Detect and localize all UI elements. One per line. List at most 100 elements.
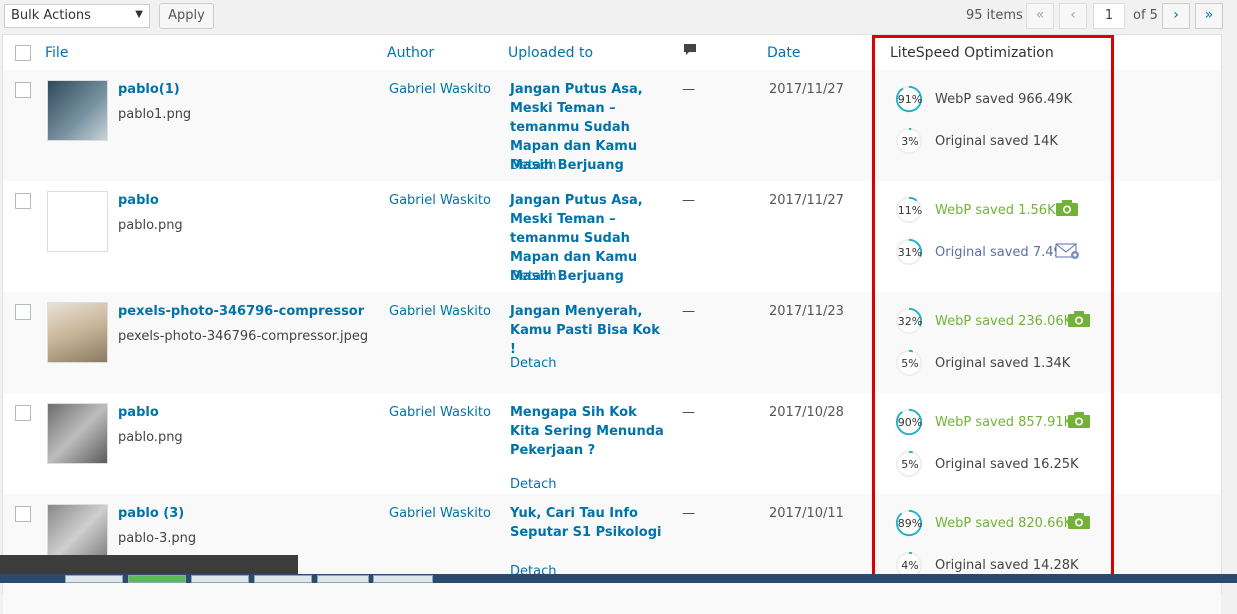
webp-percent: 90% xyxy=(897,416,923,429)
media-thumbnail[interactable] xyxy=(47,80,108,141)
table-row: pablo pablo.png Gabriel Waskito Mengapa … xyxy=(3,393,1221,494)
comments-count: — xyxy=(682,193,695,208)
table-row: pablo(1) pablo1.png Gabriel Waskito Jang… xyxy=(3,70,1221,181)
litespeed-cell: 11% WebP saved 1.56K 31% Original saved … xyxy=(874,181,1117,292)
upload-date: 2017/11/27 xyxy=(769,82,844,97)
comments-count: — xyxy=(682,304,695,319)
mail-settings-icon[interactable] xyxy=(1055,242,1081,264)
webp-saved-label: WebP saved 236.06K xyxy=(935,314,1073,329)
comments-count: — xyxy=(682,506,695,521)
media-thumbnail[interactable] xyxy=(47,403,108,464)
items-count: 95 items xyxy=(966,8,1023,23)
column-uploaded-to[interactable]: Uploaded to xyxy=(508,45,593,61)
select-all-checkbox[interactable] xyxy=(15,45,31,61)
detach-link[interactable]: Detach xyxy=(510,269,556,284)
bulk-actions-value: Bulk Actions xyxy=(11,8,91,23)
webp-saved-label: WebP saved 857.91K xyxy=(935,415,1073,430)
taskbar-button[interactable] xyxy=(128,575,186,583)
original-saved-label: Original saved 14.28K xyxy=(935,558,1079,573)
media-thumbnail[interactable] xyxy=(47,191,108,252)
uploaded-to-link[interactable]: Jangan Menyerah, Kamu Pasti Bisa Kok ! xyxy=(510,302,670,359)
file-title-link[interactable]: pablo(1) xyxy=(118,82,180,97)
column-date[interactable]: Date xyxy=(767,45,800,61)
file-title-link[interactable]: pablo xyxy=(118,405,159,420)
original-percent: 5% xyxy=(901,357,919,370)
upload-date: 2017/11/27 xyxy=(769,193,844,208)
file-name: pablo1.png xyxy=(118,107,192,122)
original-saved-label: Original saved 1.34K xyxy=(935,356,1071,371)
litespeed-cell: 89% WebP saved 820.66K 4% Original saved… xyxy=(874,494,1117,614)
original-saved-label: Original saved 7.49K xyxy=(935,245,1071,260)
comments-count: — xyxy=(682,82,695,97)
total-pages: of 5 xyxy=(1133,8,1158,23)
webp-saved-label: WebP saved 820.66K xyxy=(935,516,1073,531)
taskbar-button[interactable] xyxy=(373,575,433,583)
webp-percent: 91% xyxy=(897,93,923,106)
original-percent: 3% xyxy=(901,135,919,148)
media-list-table: File Author Uploaded to Date LiteSpeed O… xyxy=(2,34,1222,614)
first-page-button[interactable]: « xyxy=(1026,3,1054,29)
taskbar-button[interactable] xyxy=(317,575,369,583)
camera-icon[interactable] xyxy=(1067,512,1091,534)
webp-saved-label: WebP saved 1.56K xyxy=(935,203,1056,218)
file-name: pablo.png xyxy=(118,218,183,233)
taskbar-button[interactable] xyxy=(191,575,249,583)
original-percent: 5% xyxy=(901,458,919,471)
webp-saved-label: WebP saved 966.49K xyxy=(935,92,1073,107)
file-name: pablo-3.png xyxy=(118,531,197,546)
last-page-button[interactable]: » xyxy=(1195,3,1223,29)
detach-link[interactable]: Detach xyxy=(510,356,556,371)
table-row: pablo pablo.png Gabriel Waskito Jangan P… xyxy=(3,181,1221,292)
next-page-button[interactable]: › xyxy=(1162,3,1190,29)
author-link[interactable]: Gabriel Waskito xyxy=(389,304,491,319)
webp-percent: 11% xyxy=(897,204,923,217)
row-checkbox[interactable] xyxy=(15,506,31,522)
upload-date: 2017/10/28 xyxy=(769,405,844,420)
litespeed-cell: 32% WebP saved 236.06K 5% Original saved… xyxy=(874,292,1117,393)
apply-button[interactable]: Apply xyxy=(159,3,214,29)
media-thumbnail[interactable] xyxy=(47,302,108,363)
original-percent: 31% xyxy=(897,246,923,259)
taskbar-button[interactable] xyxy=(65,575,123,583)
tablenav-top: Bulk Actions ▼ Apply 95 items « ‹ 1 of 5… xyxy=(0,0,1237,34)
webp-percent: 89% xyxy=(897,517,923,530)
detach-link[interactable]: Detach xyxy=(510,158,556,173)
author-link[interactable]: Gabriel Waskito xyxy=(389,506,491,521)
file-title-link[interactable]: pablo (3) xyxy=(118,506,184,521)
file-title-link[interactable]: pexels-photo-346796-compressor xyxy=(118,304,364,319)
uploaded-to-link[interactable]: Mengapa Sih Kok Kita Sering Menunda Peke… xyxy=(510,403,670,460)
author-link[interactable]: Gabriel Waskito xyxy=(389,82,491,97)
uploaded-to-link[interactable]: Yuk, Cari Tau Info Seputar S1 Psikologi xyxy=(510,504,670,542)
row-checkbox[interactable] xyxy=(15,82,31,98)
chevron-down-icon: ▼ xyxy=(135,9,143,20)
column-litespeed: LiteSpeed Optimization xyxy=(890,45,1054,61)
detach-link[interactable]: Detach xyxy=(510,477,556,492)
column-file[interactable]: File xyxy=(45,45,68,61)
upload-date: 2017/11/23 xyxy=(769,304,844,319)
current-page-input[interactable]: 1 xyxy=(1093,3,1125,29)
original-saved-label: Original saved 14K xyxy=(935,134,1058,149)
litespeed-cell: 90% WebP saved 857.91K 5% Original saved… xyxy=(874,393,1117,494)
table-row: pablo (3) pablo-3.png Gabriel Waskito Yu… xyxy=(3,494,1221,614)
file-name: pexels-photo-346796-compressor.jpeg xyxy=(118,329,369,344)
camera-icon[interactable] xyxy=(1055,199,1079,221)
author-link[interactable]: Gabriel Waskito xyxy=(389,193,491,208)
comment-icon[interactable] xyxy=(683,43,697,61)
author-link[interactable]: Gabriel Waskito xyxy=(389,405,491,420)
file-title-link[interactable]: pablo xyxy=(118,193,159,208)
webp-percent: 32% xyxy=(897,315,923,328)
camera-icon[interactable] xyxy=(1067,411,1091,433)
table-row: pexels-photo-346796-compressor pexels-ph… xyxy=(3,292,1221,393)
bulk-actions-select[interactable]: Bulk Actions ▼ xyxy=(4,4,150,28)
camera-icon[interactable] xyxy=(1067,310,1091,332)
row-checkbox[interactable] xyxy=(15,193,31,209)
comments-count: — xyxy=(682,405,695,420)
litespeed-cell: 91% WebP saved 966.49K 3% Original saved… xyxy=(874,70,1117,181)
row-checkbox[interactable] xyxy=(15,405,31,421)
taskbar-button[interactable] xyxy=(254,575,312,583)
prev-page-button[interactable]: ‹ xyxy=(1059,3,1087,29)
row-checkbox[interactable] xyxy=(15,304,31,320)
original-saved-label: Original saved 16.25K xyxy=(935,457,1079,472)
column-author[interactable]: Author xyxy=(387,45,434,61)
table-header: File Author Uploaded to Date LiteSpeed O… xyxy=(3,35,1221,71)
